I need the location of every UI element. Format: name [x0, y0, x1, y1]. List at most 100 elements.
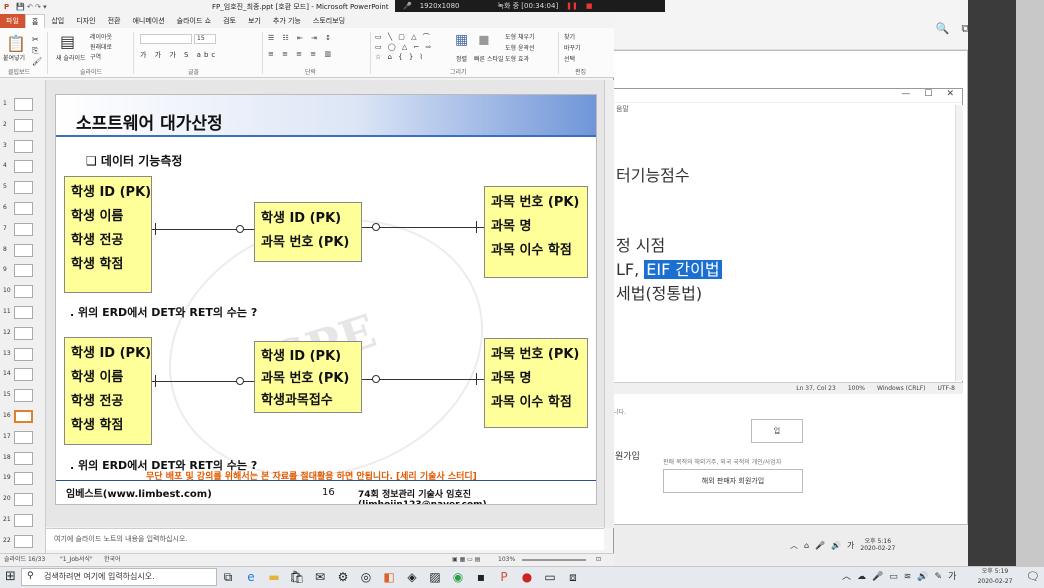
align-icons[interactable]: ≡ ≡ ≡ ≡ ▥: [268, 50, 334, 58]
font-family-select[interactable]: [140, 34, 192, 44]
slide-thumbnail[interactable]: [14, 139, 33, 153]
wifi-icon[interactable]: ≋: [904, 566, 912, 588]
windows-start-icon[interactable]: ⊞: [5, 569, 16, 584]
slide[interactable]: 소프트웨어 대가산정 ❑ 데이터 기능측정 SPE 학생 ID (PK) 학생 …: [55, 94, 597, 505]
select-button[interactable]: 선택: [564, 54, 575, 63]
arrange-label[interactable]: 정렬: [456, 54, 467, 63]
reset-button[interactable]: 원래대로: [90, 42, 112, 51]
find-button[interactable]: 찾기: [564, 32, 575, 41]
pen-icon[interactable]: ✎: [935, 566, 943, 588]
office-icon[interactable]: ◧: [381, 567, 397, 587]
app-icon[interactable]: ◈: [404, 567, 420, 587]
quick-styles-icon[interactable]: ◼: [478, 32, 490, 48]
slide-thumbnail[interactable]: [14, 389, 33, 403]
chrome-icon[interactable]: ◉: [450, 567, 466, 587]
network-icon[interactable]: ⌂: [804, 541, 809, 550]
tab-review[interactable]: 검토: [217, 14, 242, 28]
tab-animations[interactable]: 애니메이션: [126, 14, 170, 28]
tab-slideshow[interactable]: 슬라이드 쇼: [171, 14, 217, 28]
entity-enrollment[interactable]: 학생 ID (PK) 과목 번호 (PK) 학생과목접수: [254, 341, 362, 413]
notepad-menu-help[interactable]: 움말: [616, 104, 629, 114]
slide-thumbnail[interactable]: [14, 326, 33, 340]
entity-course[interactable]: 과목 번호 (PK) 과목 명 과목 이수 학점: [484, 338, 588, 428]
zoom-icon[interactable]: 🔍: [936, 22, 950, 36]
powerpoint-icon[interactable]: P: [496, 567, 512, 587]
mic-icon[interactable]: 🎤: [872, 566, 883, 588]
tab-storyboarding[interactable]: 스토리보딩: [307, 14, 351, 28]
settings-gear-icon[interactable]: ⚙: [335, 567, 351, 587]
zoom-slider[interactable]: [522, 559, 586, 561]
tab-transitions[interactable]: 전환: [102, 14, 127, 28]
slide-thumbnail[interactable]: [14, 534, 33, 548]
taskbar-search[interactable]: 검색하려면 여기에 입력하십시오.: [21, 568, 217, 586]
ime-indicator[interactable]: 가: [847, 540, 854, 551]
replace-button[interactable]: 바꾸기: [564, 43, 581, 52]
close-icon[interactable]: ✕: [946, 89, 954, 102]
slide-thumbnail[interactable]: [14, 160, 33, 174]
paragraph-icons[interactable]: ☰ ☷ ⇤ ⇥ ↕: [268, 34, 334, 42]
entity-student[interactable]: 학생 ID (PK) 학생 이름 학생 전공 학생 학점: [64, 337, 152, 445]
font-format-icons[interactable]: 가 가 가 S abc: [140, 50, 218, 60]
slide-thumbnail[interactable]: [14, 472, 33, 486]
tab-file[interactable]: 파일: [0, 14, 25, 28]
slide-thumbnail[interactable]: [14, 493, 33, 507]
slide-thumbnail[interactable]: [14, 181, 33, 195]
notes-pane[interactable]: 여기에 슬라이드 노트의 내용을 입력하십시오.: [46, 528, 604, 550]
taskbar-clock[interactable]: 오후 5:19 2020-02-27: [970, 566, 1020, 587]
slide-thumbnail[interactable]: [14, 243, 33, 257]
network-app-icon[interactable]: ⧈: [565, 567, 581, 587]
tab-design[interactable]: 디자인: [70, 14, 101, 28]
gamepad-icon[interactable]: ▭: [542, 567, 558, 587]
volume-icon[interactable]: 🔊: [831, 541, 841, 550]
shapes-gallery[interactable]: ▭ ╲ ▢ △ ⌒ ▭ ◯ △ ⌐ ⇨ ☆ ⌂ { } ⌇: [375, 32, 433, 62]
fit-slide-icon[interactable]: ⊡: [596, 554, 601, 566]
terminal-icon[interactable]: ▪: [473, 567, 489, 587]
pause-icon[interactable]: ❚❚: [566, 0, 578, 12]
photos-icon[interactable]: ▨: [427, 567, 443, 587]
slide-thumbnail[interactable]: [14, 306, 33, 319]
quick-styles-label[interactable]: 빠른 스타일: [474, 54, 504, 63]
entity-course[interactable]: 과목 번호 (PK) 과목 명 과목 이수 학점: [484, 186, 588, 278]
slide-thumbnail[interactable]: [14, 514, 33, 527]
slide-thumbnail[interactable]: [14, 451, 33, 465]
quick-access-icons[interactable]: 💾 ↶ ↷ ▾: [16, 0, 47, 14]
task-view-icon[interactable]: ⧉: [220, 567, 236, 587]
minimize-icon[interactable]: —: [901, 89, 910, 102]
paste-icon[interactable]: 📋: [6, 34, 26, 53]
tab-home[interactable]: 홈: [24, 14, 46, 28]
slide-scrollbar[interactable]: [604, 80, 614, 528]
entity-student[interactable]: 학생 ID (PK) 학생 이름 학생 전공 학생 학점: [64, 176, 152, 293]
partial-button[interactable]: 입: [751, 419, 803, 443]
slide-thumbnail[interactable]: [14, 347, 33, 361]
new-slide-icon[interactable]: ▤: [60, 32, 75, 51]
mic-icon[interactable]: 🎤: [815, 541, 825, 550]
chevron-up-icon[interactable]: ︿: [842, 566, 851, 588]
ime-indicator[interactable]: 가: [948, 566, 956, 588]
shape-outline-button[interactable]: 도형 윤곽선: [505, 43, 535, 52]
cloud-icon[interactable]: ☁: [857, 566, 866, 588]
view-buttons[interactable]: ▣ ▦ ▭ ▤: [452, 554, 480, 566]
slide-thumbnail[interactable]: [14, 118, 33, 132]
slide-thumbnail[interactable]: [14, 264, 33, 278]
notepad-scrollbar[interactable]: [955, 105, 963, 381]
file-explorer-icon[interactable]: ▬: [266, 567, 282, 587]
store-icon[interactable]: 🛍: [289, 567, 305, 587]
tab-addins[interactable]: 추가 기능: [267, 14, 307, 28]
zoom-level[interactable]: 103%: [498, 554, 515, 566]
stop-icon[interactable]: ■: [586, 0, 593, 12]
slide-thumbnail[interactable]: [14, 410, 33, 423]
slide-thumbnail[interactable]: [14, 222, 33, 236]
font-size-select[interactable]: 15: [194, 34, 216, 44]
entity-enrollment[interactable]: 학생 ID (PK) 과목 번호 (PK): [254, 202, 362, 262]
layout-button[interactable]: 레이아웃: [90, 32, 112, 41]
shape-effect-button[interactable]: 도형 효과: [505, 54, 529, 63]
clipboard-icons[interactable]: ✂ ⎘ 🖌: [32, 34, 42, 67]
headset-icon[interactable]: ◎: [358, 567, 374, 587]
mail-icon[interactable]: ✉: [312, 567, 328, 587]
section-button[interactable]: 구역: [90, 52, 101, 61]
slide-thumbnail[interactable]: [14, 368, 33, 382]
edge-icon[interactable]: e: [243, 567, 259, 587]
slide-thumbnail[interactable]: [14, 430, 33, 444]
slide-thumbnail[interactable]: [14, 98, 33, 111]
shape-fill-button[interactable]: 도형 채우기: [505, 32, 535, 41]
